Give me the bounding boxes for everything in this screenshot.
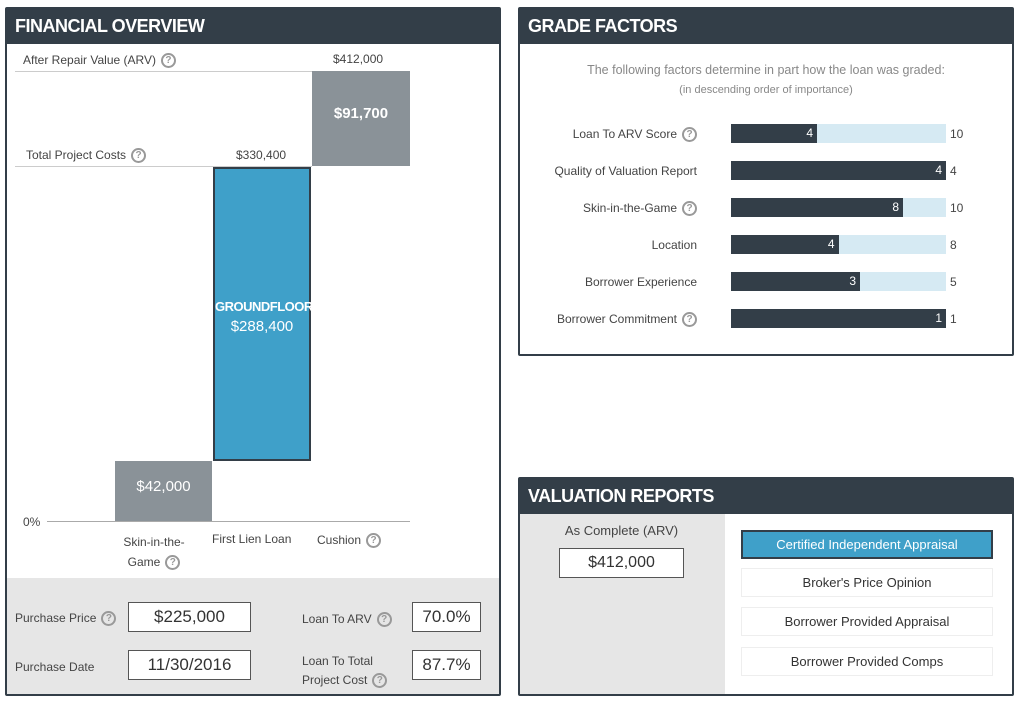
factor-bar-track: 4 xyxy=(731,124,946,143)
factor-label: Skin-in-the-Game? xyxy=(583,201,697,217)
help-icon[interactable]: ? xyxy=(372,673,388,689)
factor-bar-fill: 3 xyxy=(731,272,860,291)
factor-max: 5 xyxy=(950,275,957,289)
purchase-price-label: Purchase Price? xyxy=(15,611,117,627)
as-complete-label: As Complete (ARV) xyxy=(564,523,679,538)
valuation-option-button[interactable]: Certified Independent Appraisal xyxy=(741,530,993,559)
factor-bar-fill: 1 xyxy=(731,309,946,328)
purchase-date-field: 11/30/2016 xyxy=(128,650,251,680)
factor-label: Loan To ARV Score? xyxy=(573,127,697,143)
help-icon[interactable]: ? xyxy=(366,533,382,549)
as-complete-area xyxy=(520,514,725,694)
arv-value: $412,000 xyxy=(333,52,384,66)
help-icon[interactable]: ? xyxy=(682,312,697,328)
factor-bar-fill: 8 xyxy=(731,198,903,217)
grade-intro: The following factors determine in part … xyxy=(587,63,945,77)
factor-max: 10 xyxy=(950,201,964,215)
factor-max: 4 xyxy=(950,164,957,178)
financial-overview-title: FINANCIAL OVERVIEW xyxy=(7,9,499,44)
help-icon[interactable]: ? xyxy=(376,612,392,628)
ltarv-field: 70.0% xyxy=(412,602,481,632)
factor-bar-fill: 4 xyxy=(731,161,946,180)
category-skin: Skin-in-the- Game? xyxy=(123,535,185,571)
valuation-reports-title: VALUATION REPORTS xyxy=(520,479,1012,514)
loan-bar: GROUNDFLOOR $288,400 xyxy=(213,167,313,461)
factor-bar-fill: 4 xyxy=(731,235,839,254)
factor-label: Borrower Commitment? xyxy=(557,312,697,328)
factor-label: Borrower Experience xyxy=(584,275,697,289)
factor-bar-track: 4 xyxy=(731,161,946,180)
tpc-label: Total Project Costs? xyxy=(26,148,147,164)
factor-max: 8 xyxy=(950,238,957,252)
purchase-date-label: Purchase Date xyxy=(15,660,95,674)
valuation-option-button[interactable]: Broker's Price Opinion xyxy=(741,568,993,597)
factor-max: 10 xyxy=(950,127,964,141)
factor-label: Quality of Valuation Report xyxy=(554,164,697,178)
ltarv-label: Loan To ARV? xyxy=(302,612,392,628)
factor-bar-track: 3 xyxy=(731,272,946,291)
help-icon[interactable]: ? xyxy=(682,127,697,143)
factor-bar-track: 8 xyxy=(731,198,946,217)
factor-bar-track: 1 xyxy=(731,309,946,328)
loan-value: $288,400 xyxy=(230,318,294,335)
arv-line xyxy=(15,71,312,72)
zero-label: 0% xyxy=(23,515,41,529)
factor-max: 1 xyxy=(950,312,957,326)
purchase-price-field: $225,000 xyxy=(128,602,251,632)
grade-factors-panel: GRADE FACTORS The following factors dete… xyxy=(518,7,1014,356)
valuation-option-button[interactable]: Borrower Provided Comps xyxy=(741,647,993,676)
category-cushion: Cushion? xyxy=(317,533,382,549)
cushion-bar: $91,700 xyxy=(312,71,410,166)
loan-brand: GROUNDFLOOR xyxy=(215,299,313,314)
ltpc-label: Loan To Total Project Cost? xyxy=(302,652,388,690)
help-icon[interactable]: ? xyxy=(131,148,147,164)
arv-label: After Repair Value (ARV)? xyxy=(23,53,176,69)
grade-sub: (in descending order of importance) xyxy=(679,84,853,96)
skin-bar: $42,000 xyxy=(115,461,212,521)
category-loan: First Lien Loan xyxy=(212,532,292,546)
as-complete-value: $412,000 xyxy=(559,548,684,578)
tpc-value: $330,400 xyxy=(236,148,287,162)
help-icon[interactable]: ? xyxy=(165,555,181,571)
factor-bar-fill: 4 xyxy=(731,124,817,143)
help-icon[interactable]: ? xyxy=(101,611,117,627)
grade-factors-title: GRADE FACTORS xyxy=(520,9,1012,44)
ltpc-field: 87.7% xyxy=(412,650,481,680)
factor-bar-track: 4 xyxy=(731,235,946,254)
valuation-option-button[interactable]: Borrower Provided Appraisal xyxy=(741,607,993,636)
zero-line xyxy=(47,521,410,522)
factor-label: Location xyxy=(651,238,697,252)
help-icon[interactable]: ? xyxy=(682,201,697,217)
help-icon[interactable]: ? xyxy=(160,53,176,69)
